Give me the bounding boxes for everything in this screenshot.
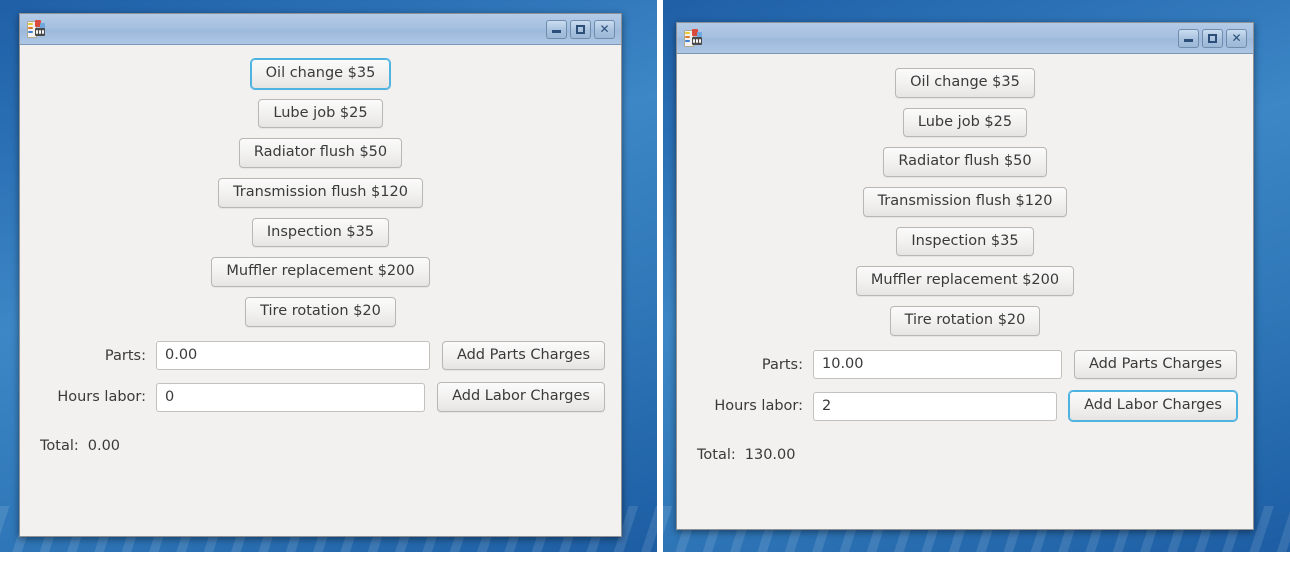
service-button-lube-job[interactable]: Lube job $25: [902, 107, 1028, 138]
parts-input[interactable]: [156, 341, 430, 371]
service-button-list-left: Oil change $35 Lube job $25 Radiator flu…: [36, 59, 605, 327]
labor-row-left: Hours labor: Add Labor Charges: [36, 382, 605, 413]
add-labor-charges-button[interactable]: Add Labor Charges: [1069, 391, 1237, 422]
paint-palette-icon: [683, 28, 703, 48]
close-icon: ✕: [599, 22, 610, 36]
client-area-left: Oil change $35 Lube job $25 Radiator flu…: [20, 45, 621, 536]
add-labor-charges-button[interactable]: Add Labor Charges: [437, 382, 605, 413]
hours-labor-label: Hours labor:: [57, 389, 146, 406]
form-area-right: Parts: Add Parts Charges Hours labor: Ad…: [693, 349, 1237, 463]
minimize-button[interactable]: [546, 19, 567, 39]
parts-input[interactable]: [813, 350, 1062, 380]
close-button[interactable]: ✕: [1226, 28, 1247, 48]
parts-label: Parts:: [104, 347, 146, 364]
service-button-list-right: Oil change $35 Lube job $25 Radiator flu…: [693, 68, 1237, 336]
total-value: 130.00: [744, 447, 796, 464]
titlebar-right[interactable]: ✕: [677, 23, 1253, 54]
service-button-tire-rotation[interactable]: Tire rotation $20: [245, 297, 396, 327]
total-row-right: Total: 130.00: [693, 447, 1237, 463]
labor-row-right: Hours labor: Add Labor Charges: [693, 391, 1237, 422]
parts-row-right: Parts: Add Parts Charges: [693, 349, 1237, 380]
maximize-icon: [1208, 33, 1217, 43]
service-button-transmission-flush[interactable]: Transmission flush $120: [218, 178, 423, 208]
minimize-button[interactable]: [1178, 28, 1199, 48]
service-button-radiator-flush[interactable]: Radiator flush $50: [238, 138, 403, 169]
minimize-icon: [552, 30, 561, 33]
service-button-inspection[interactable]: Inspection $35: [896, 226, 1034, 257]
form-area-left: Parts: Add Parts Charges Hours labor: Ad…: [36, 340, 605, 454]
service-button-transmission-flush[interactable]: Transmission flush $120: [862, 187, 1068, 217]
parts-row-left: Parts: Add Parts Charges: [36, 340, 605, 371]
minimize-icon: [1184, 39, 1193, 42]
titlebar-left[interactable]: ✕: [20, 14, 621, 45]
service-button-muffler-replacement[interactable]: Muffler replacement $200: [211, 257, 430, 288]
screen: ✕ Oil change $35 Lube job $25 Radiator f…: [0, 0, 1290, 569]
window-left: ✕ Oil change $35 Lube job $25 Radiator f…: [19, 13, 622, 537]
service-button-tire-rotation[interactable]: Tire rotation $20: [889, 306, 1041, 336]
client-area-right: Oil change $35 Lube job $25 Radiator flu…: [677, 54, 1253, 529]
total-label: Total:: [40, 438, 79, 455]
maximize-button[interactable]: [570, 19, 591, 39]
service-button-radiator-flush[interactable]: Radiator flush $50: [883, 147, 1047, 178]
close-button[interactable]: ✕: [594, 19, 615, 39]
window-right: ✕ Oil change $35 Lube job $25 Radiator f…: [676, 22, 1254, 530]
window-controls-left: ✕: [546, 19, 615, 39]
add-parts-charges-button[interactable]: Add Parts Charges: [441, 340, 605, 371]
service-button-lube-job[interactable]: Lube job $25: [258, 98, 383, 129]
maximize-button[interactable]: [1202, 28, 1223, 48]
maximize-icon: [576, 24, 585, 34]
service-button-oil-change[interactable]: Oil change $35: [250, 59, 391, 89]
hours-labor-label: Hours labor:: [714, 398, 803, 415]
service-button-inspection[interactable]: Inspection $35: [251, 217, 390, 248]
hours-labor-input[interactable]: [156, 382, 426, 412]
total-label: Total:: [697, 447, 736, 464]
titlebar-left-group: [26, 19, 52, 39]
window-controls-right: ✕: [1178, 28, 1247, 48]
service-button-oil-change[interactable]: Oil change $35: [895, 68, 1035, 98]
service-button-muffler-replacement[interactable]: Muffler replacement $200: [855, 266, 1075, 297]
hours-labor-input[interactable]: [813, 391, 1058, 421]
add-parts-charges-button[interactable]: Add Parts Charges: [1073, 349, 1237, 380]
paint-palette-icon: [26, 19, 46, 39]
total-row-left: Total: 0.00: [36, 438, 605, 454]
total-value: 0.00: [87, 438, 121, 455]
parts-label: Parts:: [761, 356, 803, 373]
close-icon: ✕: [1231, 31, 1242, 45]
titlebar-right-group: [683, 28, 709, 48]
